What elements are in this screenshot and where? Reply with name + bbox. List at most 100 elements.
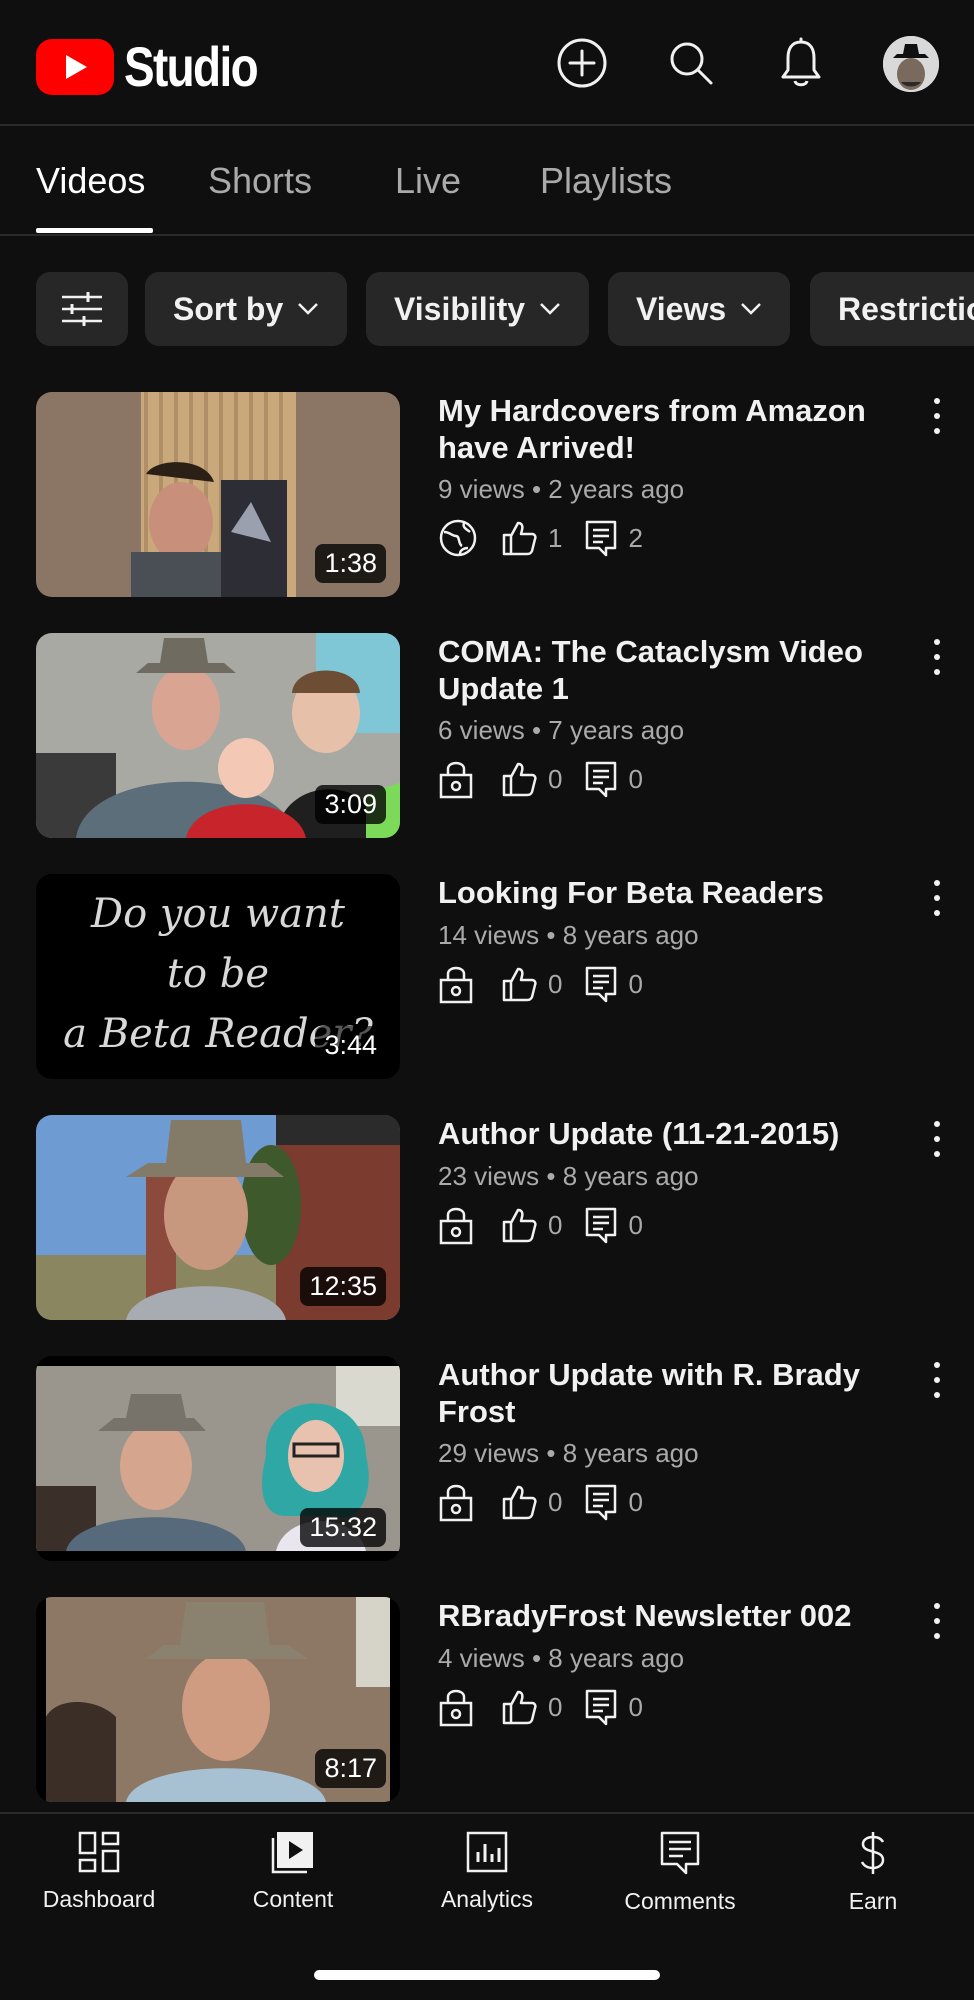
more-options-icon[interactable]: [924, 639, 950, 675]
restrictions-chip[interactable]: Restrictions: [810, 272, 974, 346]
studio-logo[interactable]: Studio: [36, 34, 286, 99]
video-row[interactable]: 8:17 RBradyFrost Newsletter 002 4 views …: [0, 1597, 974, 1807]
more-options-icon[interactable]: [924, 1121, 950, 1157]
video-title[interactable]: Author Update with R. Brady Frost: [438, 1356, 898, 1430]
view-count: 29 views: [438, 1438, 540, 1468]
upload-age: 8 years ago: [562, 920, 699, 950]
video-meta: 14 views • 8 years ago: [438, 920, 699, 951]
video-thumbnail[interactable]: 8:17: [36, 1597, 400, 1802]
more-options-icon[interactable]: [924, 398, 950, 434]
like-count: 0: [548, 1691, 563, 1722]
comment-icon: [586, 1484, 617, 1521]
views-label: Views: [636, 290, 727, 327]
notifications-button[interactable]: [772, 34, 830, 92]
dashboard-icon: [78, 1831, 120, 1873]
thumbnail-text-line: Do you want: [91, 891, 345, 937]
more-options-icon[interactable]: [924, 1362, 950, 1398]
content-icon: [271, 1832, 313, 1874]
visibility-label: Visibility: [394, 290, 526, 327]
comment-count: 0: [628, 968, 643, 999]
more-options-icon[interactable]: [924, 880, 950, 916]
comment-icon: [586, 520, 617, 557]
home-indicator[interactable]: [314, 1970, 660, 1980]
views-chip[interactable]: Views: [608, 272, 791, 346]
tab-playlists[interactable]: Playlists: [540, 160, 672, 202]
video-title[interactable]: My Hardcovers from Amazon have Arrived!: [438, 392, 898, 466]
account-avatar[interactable]: [883, 36, 939, 92]
video-row[interactable]: 1:38 My Hardcovers from Amazon have Arri…: [0, 392, 974, 602]
comment-icon: [586, 966, 617, 1003]
sort-by-label: Sort by: [173, 290, 284, 327]
nav-item-analytics[interactable]: Analytics: [397, 1830, 577, 1913]
comments-icon: [660, 1831, 700, 1875]
video-thumbnail[interactable]: Do you want to be a Beta Reader? 3:44: [36, 874, 400, 1079]
nav-label: Earn: [848, 1888, 898, 1914]
video-title[interactable]: Author Update (11-21-2015): [438, 1115, 898, 1152]
chevron-down-icon: [540, 303, 560, 315]
comment-count: 0: [628, 1486, 643, 1517]
like-count: 0: [548, 1486, 563, 1517]
video-thumbnail[interactable]: 1:38: [36, 392, 400, 597]
video-duration: 12:35: [300, 1267, 386, 1306]
analytics-icon: [466, 1831, 508, 1873]
view-count: 6 views: [438, 715, 525, 745]
view-count: 14 views: [438, 920, 540, 950]
video-row[interactable]: 15:32 Author Update with R. Brady Frost …: [0, 1356, 974, 1566]
filter-settings-button[interactable]: [36, 272, 128, 346]
search-icon: [670, 42, 713, 85]
tab-videos[interactable]: Videos: [36, 160, 145, 202]
private-lock-icon: [439, 1484, 473, 1522]
video-row[interactable]: Do you want to be a Beta Reader? 3:44 Lo…: [0, 874, 974, 1084]
bell-icon: [781, 37, 821, 87]
upload-age: 2 years ago: [548, 474, 685, 504]
video-duration: 3:09: [315, 785, 386, 824]
video-meta: 6 views • 7 years ago: [438, 715, 684, 746]
video-stats: 0 0: [438, 1478, 665, 1526]
like-count: 0: [548, 1209, 563, 1240]
video-thumbnail[interactable]: 15:32: [36, 1356, 400, 1561]
video-stats: 0 0: [438, 960, 665, 1008]
more-options-icon[interactable]: [924, 1603, 950, 1639]
video-meta: 4 views • 8 years ago: [438, 1643, 684, 1674]
youtube-play-logo-icon: [36, 38, 114, 95]
like-thumb-icon: [502, 1208, 537, 1243]
search-button[interactable]: [662, 34, 720, 92]
private-lock-icon: [439, 1689, 473, 1727]
like-count: 0: [548, 763, 563, 794]
video-duration: 15:32: [300, 1508, 386, 1547]
video-thumbnail[interactable]: 12:35: [36, 1115, 400, 1320]
nav-label: Content: [252, 1886, 334, 1912]
nav-item-dashboard[interactable]: Dashboard: [9, 1830, 189, 1913]
video-title[interactable]: RBradyFrost Newsletter 002: [438, 1597, 898, 1634]
comment-count: 0: [628, 1209, 643, 1240]
like-count: 1: [548, 522, 563, 553]
nav-item-content[interactable]: Content: [203, 1830, 383, 1913]
earn-dollar-icon: [860, 1832, 885, 1874]
video-stats: 1 2: [438, 514, 665, 562]
restrictions-label: Restrictions: [838, 290, 974, 327]
nav-item-comments[interactable]: Comments: [590, 1830, 770, 1915]
view-count: 9 views: [438, 474, 525, 504]
upload-age: 8 years ago: [562, 1438, 699, 1468]
tab-live[interactable]: Live: [395, 160, 461, 202]
tab-shorts[interactable]: Shorts: [208, 160, 312, 202]
like-thumb-icon: [502, 521, 537, 556]
app-header: Studio: [0, 0, 974, 126]
video-title[interactable]: COMA: The Cataclysm Video Update 1: [438, 633, 898, 707]
video-row[interactable]: 3:09 COMA: The Cataclysm Video Update 1 …: [0, 633, 974, 843]
video-thumbnail[interactable]: 3:09: [36, 633, 400, 838]
video-row[interactable]: 12:35 Author Update (11-21-2015) 23 view…: [0, 1115, 974, 1325]
chevron-down-icon: [741, 303, 762, 315]
sort-by-chip[interactable]: Sort by: [145, 272, 348, 346]
video-duration: 1:38: [315, 544, 386, 583]
visibility-chip[interactable]: Visibility: [366, 272, 590, 346]
nav-item-earn[interactable]: Earn: [783, 1830, 963, 1915]
video-title[interactable]: Looking For Beta Readers: [438, 874, 898, 911]
create-button[interactable]: [553, 34, 611, 92]
nav-label: Analytics: [440, 1886, 534, 1912]
video-stats: 0 0: [438, 1201, 665, 1249]
video-duration: 3:44: [315, 1026, 386, 1065]
app-name: Studio: [124, 35, 259, 98]
create-plus-icon: [557, 38, 607, 88]
meta-separator: •: [531, 1643, 542, 1673]
